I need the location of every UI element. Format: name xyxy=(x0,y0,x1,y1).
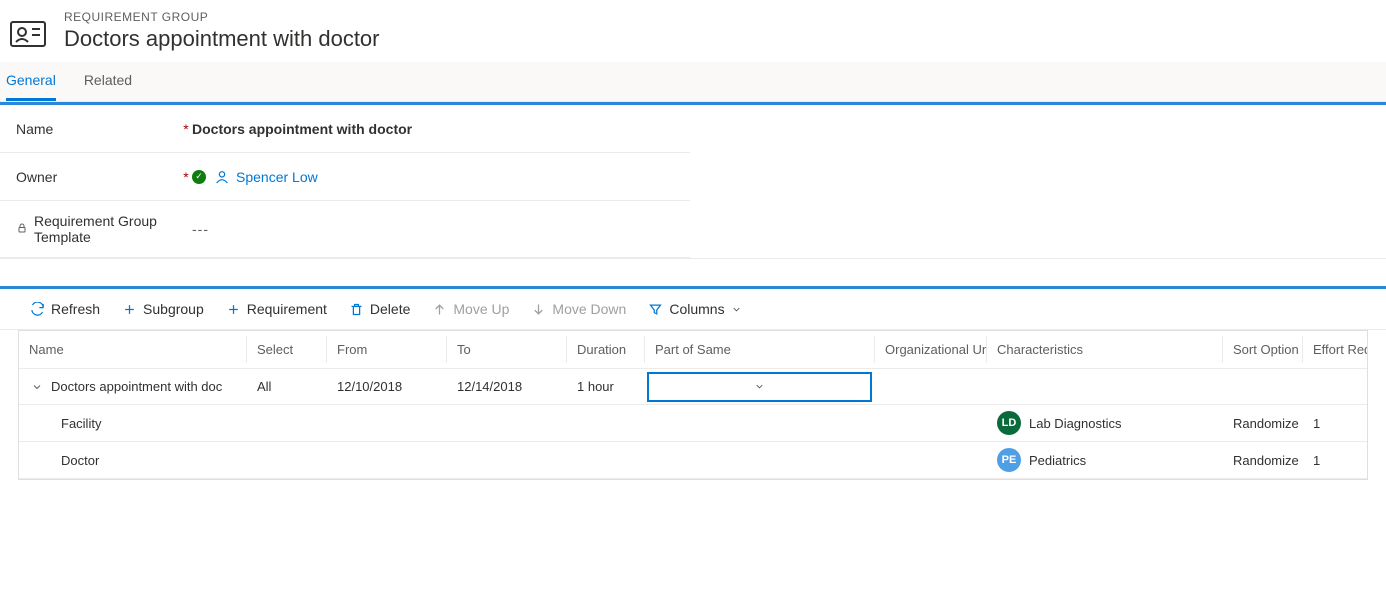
table-row[interactable]: Facility LD Lab Diagnostics Randomize 1 xyxy=(19,405,1367,442)
characteristic-badge: PE xyxy=(997,448,1021,472)
cell-sort[interactable]: Randomize xyxy=(1223,447,1303,474)
cell-from[interactable] xyxy=(327,417,447,429)
moveup-button: Move Up xyxy=(424,297,517,321)
owner-label: Owner xyxy=(16,169,180,185)
tab-related[interactable]: Related xyxy=(84,62,132,101)
cell-orgunit[interactable] xyxy=(875,417,987,429)
required-marker: * xyxy=(180,169,192,185)
tab-general[interactable]: General xyxy=(6,62,56,101)
cell-to[interactable] xyxy=(447,417,567,429)
cell-name: Doctor xyxy=(19,447,247,474)
grid-section: Refresh Subgroup Requirement Delete Move… xyxy=(0,286,1386,480)
col-characteristics[interactable]: Characteristics xyxy=(987,336,1223,363)
cell-effort[interactable]: 1 xyxy=(1303,410,1368,437)
cell-select[interactable]: All xyxy=(247,373,327,400)
characteristic-badge: LD xyxy=(997,411,1021,435)
cell-select[interactable] xyxy=(247,417,327,429)
cell-characteristics[interactable]: PE Pediatrics xyxy=(987,442,1223,478)
arrow-up-icon xyxy=(432,302,447,317)
tab-bar: General Related xyxy=(0,62,1386,102)
form-row-template: Requirement Group Template --- xyxy=(0,201,690,257)
col-partofsame[interactable]: Part of Same xyxy=(645,336,875,363)
delete-button[interactable]: Delete xyxy=(341,297,418,321)
cell-to[interactable]: 12/14/2018 xyxy=(447,373,567,400)
cell-orgunit[interactable] xyxy=(875,381,987,393)
page-title: Doctors appointment with doctor xyxy=(64,26,380,52)
cell-effort[interactable]: 1 xyxy=(1303,447,1368,474)
name-label: Name xyxy=(16,121,180,137)
plus-icon xyxy=(122,302,137,317)
cell-name: Doctors appointment with doc xyxy=(19,373,247,400)
cell-from[interactable] xyxy=(327,454,447,466)
col-sort[interactable]: Sort Option xyxy=(1223,336,1303,363)
plus-icon xyxy=(226,302,241,317)
refresh-button[interactable]: Refresh xyxy=(22,297,108,321)
entity-label: REQUIREMENT GROUP xyxy=(64,10,380,24)
table-row[interactable]: Doctor PE Pediatrics Randomize 1 xyxy=(19,442,1367,479)
name-value[interactable]: Doctors appointment with doctor xyxy=(192,121,412,137)
form-section: Name * Doctors appointment with doctor O… xyxy=(0,105,690,258)
cell-characteristics[interactable]: LD Lab Diagnostics xyxy=(987,405,1223,441)
cell-select[interactable] xyxy=(247,454,327,466)
col-from[interactable]: From xyxy=(327,336,447,363)
cell-duration[interactable] xyxy=(567,454,645,466)
col-select[interactable]: Select xyxy=(247,336,327,363)
refresh-icon xyxy=(30,302,45,317)
chevron-down-icon[interactable] xyxy=(31,381,43,393)
page-header: REQUIREMENT GROUP Doctors appointment wi… xyxy=(0,0,1386,62)
chevron-down-icon xyxy=(731,304,742,315)
owner-link[interactable]: Spencer Low xyxy=(214,169,318,185)
person-icon xyxy=(214,169,230,185)
cell-partofsame[interactable] xyxy=(645,454,875,466)
template-value: --- xyxy=(192,221,209,237)
cell-sort[interactable] xyxy=(1223,381,1303,393)
cell-partofsame: Organizational Unit Resource Tree Locati… xyxy=(645,370,875,404)
arrow-down-icon xyxy=(531,302,546,317)
requirement-group-icon xyxy=(8,14,48,54)
cell-duration[interactable]: 1 hour xyxy=(567,373,645,400)
requirements-grid: Name Select From To Duration Part of Sam… xyxy=(18,330,1368,480)
chevron-down-icon xyxy=(754,381,765,392)
col-name[interactable]: Name xyxy=(19,336,247,363)
cell-orgunit[interactable] xyxy=(875,454,987,466)
requirement-button[interactable]: Requirement xyxy=(218,297,335,321)
presence-icon: ✓ xyxy=(192,170,206,184)
table-row[interactable]: Doctors appointment with doc All 12/10/2… xyxy=(19,369,1367,405)
grid-header-row: Name Select From To Duration Part of Sam… xyxy=(19,331,1367,369)
filter-icon xyxy=(648,302,663,317)
grid-toolbar: Refresh Subgroup Requirement Delete Move… xyxy=(0,289,1386,330)
cell-characteristics[interactable] xyxy=(987,381,1223,393)
col-effort[interactable]: Effort Require xyxy=(1303,336,1368,363)
movedown-button: Move Down xyxy=(523,297,634,321)
form-row-owner: Owner * ✓ Spencer Low xyxy=(0,153,690,201)
lock-icon xyxy=(16,221,28,237)
cell-effort[interactable] xyxy=(1303,381,1368,393)
cell-from[interactable]: 12/10/2018 xyxy=(327,373,447,400)
owner-name: Spencer Low xyxy=(236,169,318,185)
trash-icon xyxy=(349,302,364,317)
required-marker: * xyxy=(180,121,192,137)
columns-button[interactable]: Columns xyxy=(640,297,749,321)
cell-duration[interactable] xyxy=(567,417,645,429)
cell-sort[interactable]: Randomize xyxy=(1223,410,1303,437)
col-to[interactable]: To xyxy=(447,336,567,363)
cell-to[interactable] xyxy=(447,454,567,466)
cell-name: Facility xyxy=(19,410,247,437)
header-text: REQUIREMENT GROUP Doctors appointment wi… xyxy=(64,10,380,52)
owner-value-wrapper: ✓ Spencer Low xyxy=(192,169,318,185)
col-duration[interactable]: Duration xyxy=(567,336,645,363)
partofsame-dropdown[interactable]: Organizational Unit Resource Tree Locati… xyxy=(647,372,872,402)
section-spacer xyxy=(0,258,1386,286)
col-orgunit[interactable]: Organizational Unit xyxy=(875,336,987,363)
subgroup-button[interactable]: Subgroup xyxy=(114,297,212,321)
cell-partofsame[interactable] xyxy=(645,417,875,429)
template-label: Requirement Group Template xyxy=(16,213,180,245)
form-row-name: Name * Doctors appointment with doctor xyxy=(0,105,690,153)
